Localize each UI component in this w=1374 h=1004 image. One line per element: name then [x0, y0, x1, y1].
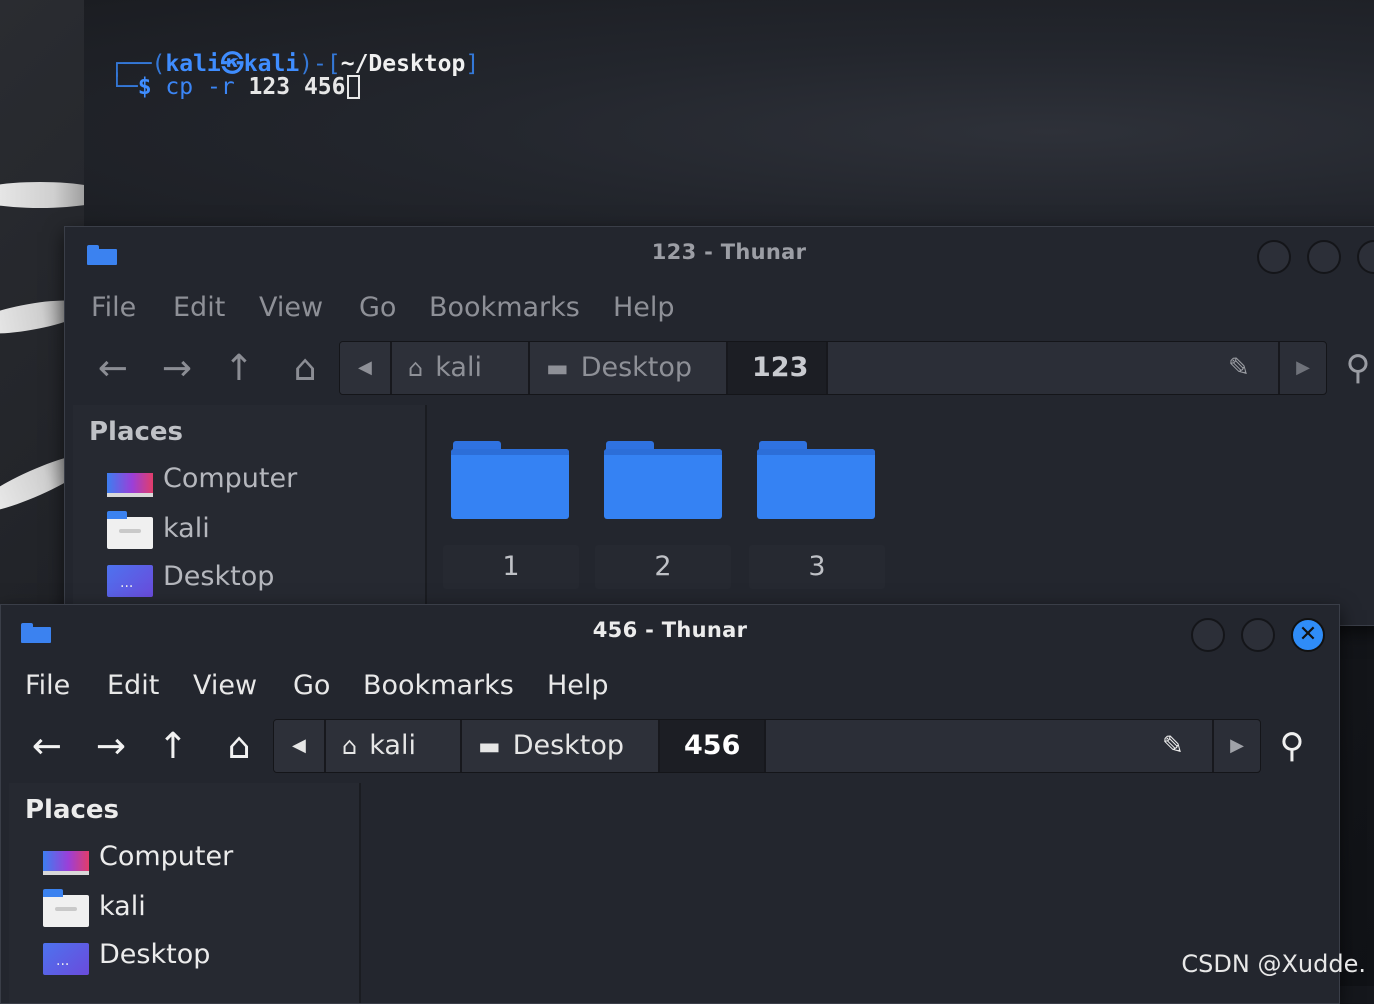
places-heading: Places [89, 417, 184, 447]
maximize-button[interactable] [1241, 618, 1275, 652]
path-scroll-left-icon[interactable]: ◀ [340, 342, 392, 394]
terminal-command-line[interactable]: └─$ cp -r 123 456 [110, 74, 360, 100]
path-scroll-left-icon[interactable]: ◀ [274, 720, 326, 772]
pencil-icon[interactable]: ✎ [1162, 720, 1184, 772]
menu-go[interactable]: Go [359, 292, 396, 323]
minimize-button[interactable] [1191, 618, 1225, 652]
toolbar: ← → ↑ ⌂ ◀ ⌂ kali ▬ Desktop 456 ✎ ▶ ⚲ [1, 717, 1339, 781]
computer-icon [107, 473, 153, 497]
search-icon[interactable]: ⚲ [1267, 721, 1317, 771]
menu-bookmarks[interactable]: Bookmarks [429, 292, 580, 323]
minimize-button[interactable] [1257, 240, 1291, 274]
home-folder-icon [43, 889, 89, 927]
terminal-arg-dest: 456 [303, 74, 346, 100]
menu-file[interactable]: File [25, 670, 70, 701]
home-icon: ⌂ [408, 354, 424, 382]
titlebar[interactable]: 123 - Thunar [65, 227, 1374, 281]
window-title: 123 - Thunar [651, 240, 807, 264]
path-segment-current[interactable]: 123 [728, 342, 828, 394]
home-folder-icon [107, 511, 153, 549]
drive-icon: ▬ [478, 732, 501, 760]
terminal-prompt-line: ┌──(kali㉿kali)-[~/Desktop] [110, 51, 480, 77]
search-icon[interactable]: ⚲ [1333, 343, 1374, 393]
menubar: File Edit View Go Bookmarks Help [1, 659, 1339, 715]
terminal-prompt-symbol: $ [137, 74, 152, 100]
home-icon[interactable]: ⌂ [279, 343, 331, 395]
computer-icon [43, 851, 89, 875]
terminal-window[interactable]: ┌──(kali㉿kali)-[~/Desktop] └─$ cp -r 123… [84, 0, 1374, 240]
sidebar-item-label: Computer [99, 841, 234, 872]
sidebar-item-label: Computer [163, 463, 298, 494]
menu-edit[interactable]: Edit [173, 292, 225, 323]
folder-label[interactable]: 1 [443, 545, 579, 589]
home-icon[interactable]: ⌂ [213, 721, 265, 773]
folder-icon[interactable] [451, 441, 569, 521]
path-bar: ◀ ⌂ kali ▬ Desktop 123 ✎ ▶ [339, 341, 1327, 395]
thunar-window-456[interactable]: 456 - Thunar ✕ File Edit View Go Bookmar… [0, 604, 1340, 1004]
up-arrow-icon[interactable]: ↑ [213, 343, 265, 395]
path-segment-kali[interactable]: ⌂ kali [326, 720, 462, 772]
toolbar: ← → ↑ ⌂ ◀ ⌂ kali ▬ Desktop 123 ✎ ▶ ⚲ [65, 339, 1374, 403]
path-segment-kali[interactable]: ⌂ kali [392, 342, 530, 394]
forward-arrow-icon[interactable]: → [85, 721, 137, 773]
path-segment-current[interactable]: 456 [660, 720, 766, 772]
menu-view[interactable]: View [193, 670, 257, 701]
up-arrow-icon[interactable]: ↑ [147, 721, 199, 773]
close-button[interactable]: ✕ [1291, 618, 1325, 652]
terminal-arg-source: 123 [248, 74, 291, 100]
menu-bookmarks[interactable]: Bookmarks [363, 670, 514, 701]
window-title: 456 - Thunar [592, 618, 748, 642]
sidebar: Places Computer kali Desktop [73, 405, 427, 625]
path-scroll-right-icon[interactable]: ▶ [1278, 342, 1326, 394]
path-segment-desktop[interactable]: ▬ Desktop [530, 342, 728, 394]
forward-arrow-icon[interactable]: → [151, 343, 203, 395]
menu-file[interactable]: File [91, 292, 136, 323]
menubar: File Edit View Go Bookmarks Help [65, 281, 1374, 337]
back-arrow-icon[interactable]: ← [87, 343, 139, 395]
folder-icon[interactable] [604, 441, 722, 521]
file-view[interactable]: 1 2 3 [427, 405, 1374, 625]
home-icon: ⌂ [342, 732, 358, 760]
drive-icon: ▬ [546, 354, 569, 382]
back-arrow-icon[interactable]: ← [21, 721, 73, 773]
menu-help[interactable]: Help [613, 292, 675, 323]
path-bar: ◀ ⌂ kali ▬ Desktop 456 ✎ ▶ [273, 719, 1261, 773]
menu-help[interactable]: Help [547, 670, 609, 701]
maximize-button[interactable] [1307, 240, 1341, 274]
menu-go[interactable]: Go [293, 670, 330, 701]
terminal-command: cp [165, 74, 194, 100]
terminal-flag: -r [206, 74, 235, 100]
sidebar-item-label: Desktop [163, 561, 275, 592]
sidebar: Places Computer kali Desktop [9, 783, 361, 1003]
folder-label[interactable]: 2 [595, 545, 731, 589]
path-scroll-right-icon[interactable]: ▶ [1212, 720, 1260, 772]
desktop-icon [107, 565, 153, 597]
sidebar-item-label: kali [99, 891, 146, 922]
pencil-icon[interactable]: ✎ [1228, 342, 1250, 394]
path-segment-desktop[interactable]: ▬ Desktop [462, 720, 660, 772]
sidebar-item-label: Desktop [99, 939, 211, 970]
folder-label[interactable]: 3 [749, 545, 885, 589]
sidebar-item-label: kali [163, 513, 210, 544]
menu-edit[interactable]: Edit [107, 670, 159, 701]
folder-icon[interactable] [757, 441, 875, 521]
desktop-icon [43, 943, 89, 975]
places-heading: Places [25, 795, 120, 825]
titlebar[interactable]: 456 - Thunar ✕ [1, 605, 1339, 659]
menu-view[interactable]: View [259, 292, 323, 323]
terminal-cursor [346, 75, 360, 99]
thunar-window-123[interactable]: 123 - Thunar File Edit View Go Bookmarks… [64, 226, 1374, 626]
watermark: CSDN @Xudde. [1181, 950, 1366, 978]
